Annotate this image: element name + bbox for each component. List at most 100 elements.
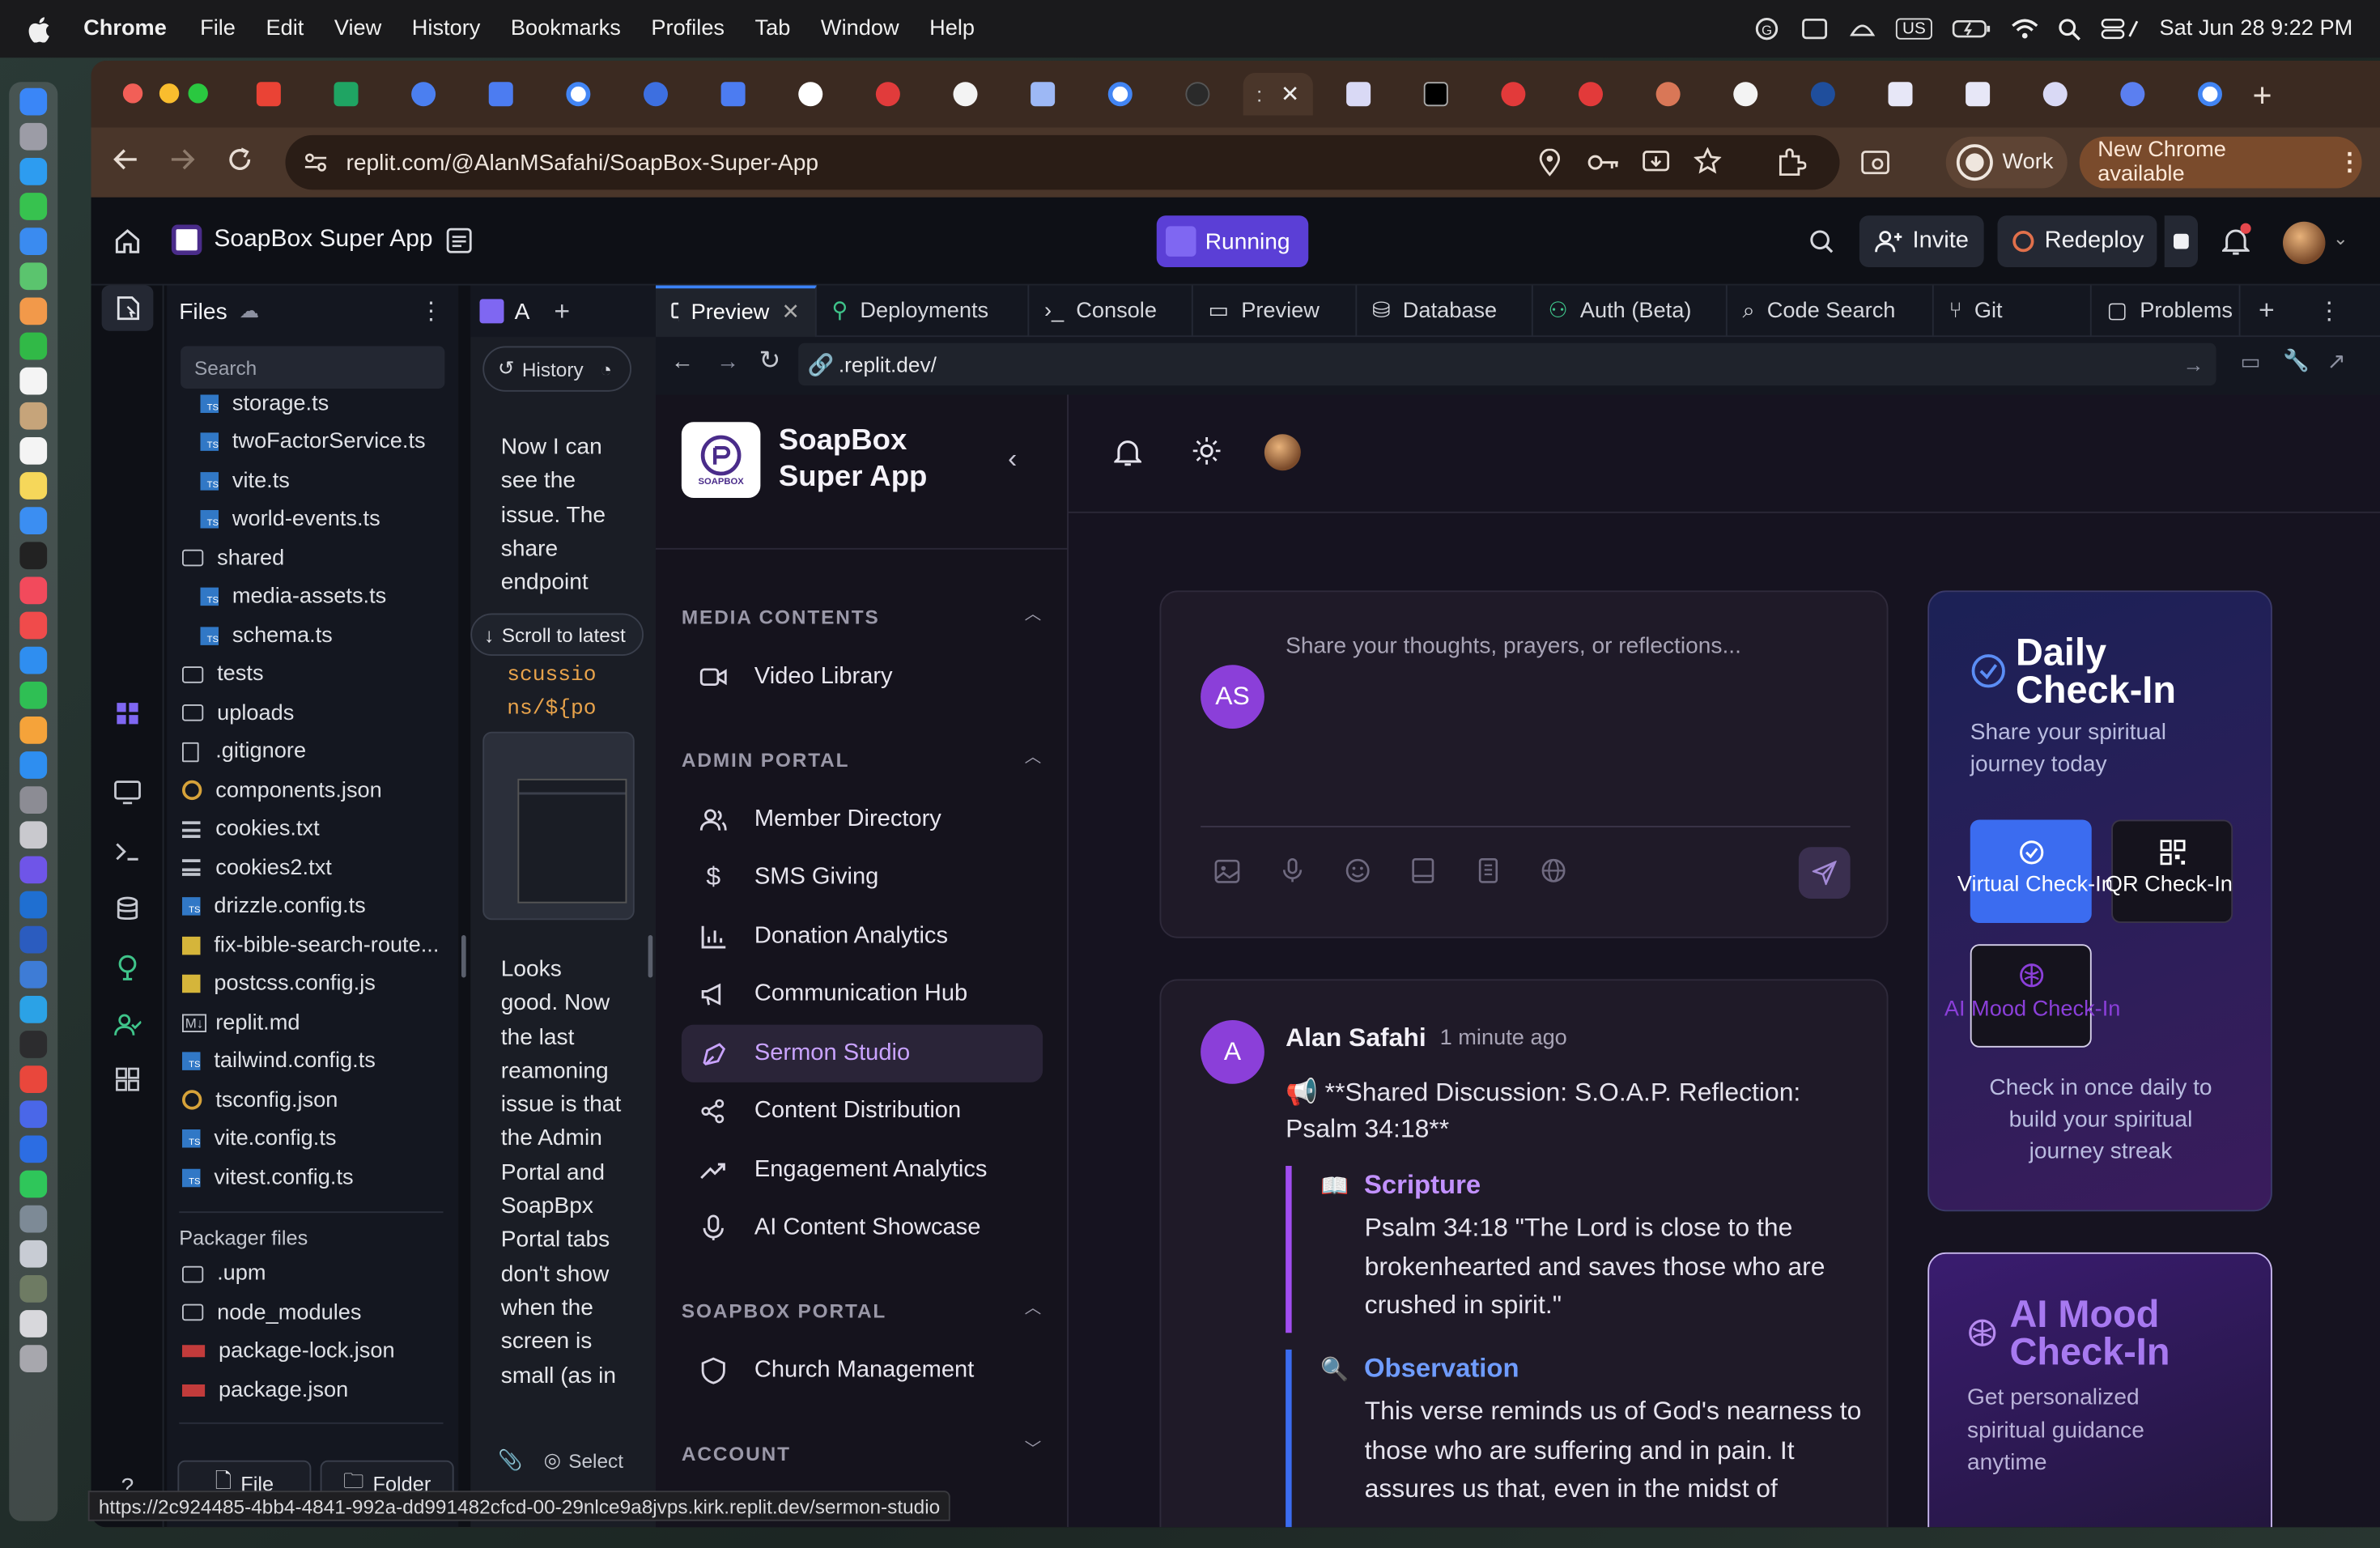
extensions-puzzle-icon[interactable] [1776, 147, 1807, 178]
auth-icon[interactable] [102, 1002, 154, 1048]
chrome-tab[interactable] [392, 73, 456, 116]
section-account[interactable]: ACCOUNT [682, 1442, 791, 1465]
dock-app-icon[interactable] [19, 1275, 48, 1303]
qr-checkin-button[interactable]: QR Check-In [2106, 819, 2233, 923]
panel-resize-handle[interactable] [461, 935, 466, 978]
device-toggle-icon[interactable]: ▭ [2241, 349, 2261, 375]
file-tree-item[interactable]: TS tailwind.config.ts [179, 1042, 458, 1081]
nav-item-church-management[interactable]: Church Management [682, 1342, 1043, 1400]
all-tools-icon[interactable] [102, 1057, 154, 1102]
chrome-tab[interactable] [779, 73, 843, 116]
screenshot-attachment[interactable] [482, 731, 635, 921]
project-name[interactable]: SoapBox Super App [214, 226, 432, 253]
dock-app-icon[interactable] [19, 1100, 48, 1129]
chrome-tab[interactable] [1088, 73, 1152, 116]
chrome-tab[interactable] [314, 73, 378, 116]
back-arrow-icon[interactable]: ← [671, 349, 694, 375]
status-app-icon[interactable] [1802, 17, 1830, 41]
bible-book-icon[interactable] [1410, 857, 1436, 883]
file-tree-item[interactable]: TS schema.ts [179, 616, 458, 655]
tab-database[interactable]: ⛁ Database [1357, 284, 1533, 337]
select-button[interactable]: ◎ Select [544, 1448, 623, 1473]
chevron-down-icon[interactable]: ⌄ [2333, 228, 2348, 249]
chrome-tab[interactable] [546, 73, 610, 116]
file-tree-item[interactable]: TS vite.ts [179, 461, 458, 500]
dock-downloads-icon[interactable] [19, 1310, 48, 1337]
wifi-icon[interactable] [2011, 19, 2038, 40]
dock-finder-icon[interactable] [19, 87, 48, 116]
nav-item-engagement-analytics[interactable]: Engagement Analytics [682, 1142, 1043, 1199]
dock-replit-icon[interactable] [19, 856, 48, 884]
packager-file-item[interactable]: package.json [179, 1371, 458, 1410]
section-media-contents[interactable]: MEDIA CONTENTS [682, 606, 880, 628]
panel-resize-handle[interactable] [648, 935, 653, 978]
chrome-tab[interactable] [2023, 73, 2087, 116]
file-tree-item[interactable]: TS media-assets.ts [179, 577, 458, 616]
image-icon[interactable] [1214, 858, 1240, 882]
nav-item-ai-content-showcase[interactable]: AI Content Showcase [682, 1199, 1043, 1257]
notification-bell-icon[interactable] [1114, 437, 1141, 468]
chrome-tab[interactable] [1481, 73, 1545, 116]
nav-item-content-distribution[interactable]: Content Distribution [682, 1082, 1043, 1140]
collapse-sidebar-icon[interactable]: ‹ [1008, 444, 1017, 475]
password-key-icon[interactable] [1587, 152, 1621, 173]
devtools-wrench-icon[interactable]: 🔧 [2283, 347, 2310, 373]
chrome-tab[interactable] [1636, 73, 1700, 116]
chevron-up-icon[interactable]: ︿ [1025, 602, 1042, 626]
dock-music-icon[interactable] [19, 576, 48, 605]
site-settings-icon[interactable] [304, 151, 328, 175]
file-tree-item[interactable]: components.json [179, 772, 458, 810]
dock-calendar-icon[interactable] [19, 367, 48, 395]
dock-outlook-icon[interactable] [19, 891, 48, 919]
status-app-icon[interactable] [1849, 17, 1876, 41]
go-arrow-icon[interactable]: → [2182, 352, 2204, 376]
chrome-tab[interactable] [1791, 73, 1855, 116]
files-search-input[interactable]: Search [181, 346, 445, 389]
file-tree-item[interactable]: uploads [179, 694, 458, 733]
redeploy-button[interactable]: Redeploy [1997, 215, 2157, 267]
dock-1password-icon[interactable] [19, 1135, 48, 1163]
file-tree-item[interactable]: cookies2.txt [179, 848, 458, 887]
menu-file[interactable]: File [200, 17, 236, 41]
dock-app-icon[interactable] [19, 996, 48, 1023]
tab-problems[interactable]: ▢ Problems [2092, 284, 2241, 337]
control-center-icon[interactable] [2100, 19, 2140, 40]
menu-edit[interactable]: Edit [266, 17, 304, 41]
chrome-tab-active[interactable]: : ✕ [1243, 73, 1313, 116]
invite-button[interactable]: Invite [1859, 215, 1984, 267]
preview-url-input[interactable]: 🔗 .replit.dev/ → [798, 342, 2216, 386]
minimize-window-button[interactable] [159, 83, 180, 104]
run-status-button[interactable]: Running [1156, 215, 1309, 267]
section-soapbox-portal[interactable]: SOAPBOX PORTAL [682, 1299, 886, 1322]
chrome-tab[interactable] [624, 73, 688, 116]
new-tab-icon[interactable]: + [2253, 76, 2272, 116]
add-tab-icon[interactable]: + [2259, 295, 2275, 326]
post-author-name[interactable]: Alan Safahi [1286, 1023, 1426, 1054]
dock-preview-icon[interactable] [19, 1240, 48, 1268]
menu-tab[interactable]: Tab [755, 17, 791, 41]
nav-item-sermon-studio[interactable]: Sermon Studio [681, 1024, 1043, 1082]
battery-icon[interactable] [1952, 19, 1991, 40]
close-tab-icon[interactable]: ✕ [781, 300, 800, 324]
status-app-icon[interactable]: G [1755, 17, 1783, 41]
attach-icon[interactable]: 📎 [498, 1448, 522, 1473]
project-settings-icon[interactable] [446, 228, 472, 253]
dock-safari-icon[interactable] [19, 158, 48, 185]
open-external-icon[interactable]: ↗ [2327, 347, 2346, 375]
file-tree-item[interactable]: postcss.config.js [179, 965, 458, 1004]
dock-tv-icon[interactable] [19, 542, 48, 570]
dock-mail-icon[interactable] [19, 228, 48, 255]
agent-icon[interactable] [102, 691, 154, 736]
document-icon[interactable] [1476, 857, 1502, 883]
zoom-window-button[interactable] [188, 83, 208, 104]
deployments-icon[interactable] [102, 944, 154, 989]
dock-pages-icon[interactable] [19, 717, 48, 744]
user-avatar[interactable] [2283, 221, 2326, 265]
bookmark-star-icon[interactable] [1694, 147, 1722, 175]
back-arrow-icon[interactable] [113, 146, 140, 173]
preview-icon[interactable] [102, 770, 154, 815]
ai-mood-checkin-button[interactable]: AI Mood Check-In [1944, 944, 2120, 1048]
nav-item-video-library[interactable]: Video Library [682, 649, 1043, 706]
microphone-icon[interactable] [1280, 857, 1306, 883]
files-panel-icon[interactable] [101, 285, 154, 331]
